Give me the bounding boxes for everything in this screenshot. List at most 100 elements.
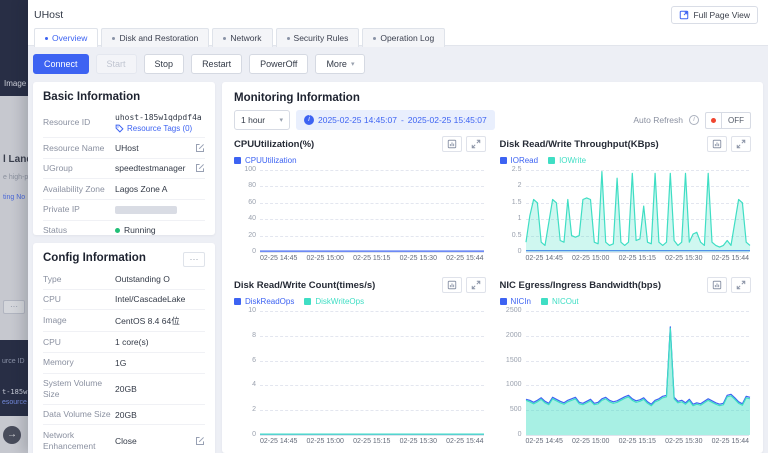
x-tick-label: 02-25 15:15	[618, 438, 656, 445]
legend-item: NICIn	[499, 297, 531, 306]
resource-tags-label: Resource Tags (0)	[127, 123, 193, 133]
chart-data-button[interactable]	[707, 277, 727, 293]
time-range-display[interactable]: i 2025-02-25 14:45:07 - 2025-02-25 15:45…	[296, 110, 495, 130]
info-row: CPU Intel/CascadeLake	[43, 290, 205, 311]
tab-disk-and-restoration[interactable]: Disk and Restoration	[101, 28, 210, 47]
legend-item: CPUUtilization	[234, 156, 297, 165]
chart-data-button[interactable]	[707, 136, 727, 152]
chart-data-button[interactable]	[441, 277, 462, 293]
legend-item: NICOut	[540, 297, 579, 306]
auto-refresh-label: Auto Refresh	[633, 115, 683, 125]
status-dot-icon	[115, 227, 120, 233]
expand-icon	[471, 280, 481, 290]
chart-legend: NICIn NICOut	[499, 295, 752, 308]
row-label: Availability Zone	[43, 183, 105, 194]
info-row: UGroup speedtestmanager	[43, 159, 205, 180]
tab-network[interactable]: Network	[212, 28, 273, 47]
tab-label: Overview	[52, 33, 88, 43]
auto-refresh-toggle[interactable]: OFF	[705, 111, 751, 129]
tab-label: Network	[230, 33, 262, 43]
resource-tags-link[interactable]: Resource Tags (0)	[115, 124, 192, 133]
config-more-options-button[interactable]: ···	[183, 252, 205, 267]
x-tick-labels: 02-25 14:45 02-25 15:00 02-25 15:15 02-25 1…	[526, 438, 750, 448]
y-tick-label: 40	[248, 215, 256, 223]
legend-label: CPUUtilization	[245, 156, 297, 165]
x-tick-label: 02-25 15:15	[353, 438, 391, 445]
restart-button[interactable]: Restart	[191, 54, 243, 74]
y-tick-label: 2	[252, 406, 256, 414]
background-page-strip: Image l Landi e high-p ting No ··· urce …	[0, 0, 28, 453]
edit-icon[interactable]	[195, 163, 205, 173]
row-label: CPU	[43, 294, 61, 305]
row-label: Private IP	[43, 204, 80, 215]
monitoring-card: Monitoring Information 1 hour ▾ i 2025-0…	[222, 82, 763, 453]
tab-overview[interactable]: Overview	[34, 28, 99, 47]
edit-icon[interactable]	[195, 143, 205, 153]
chart-icon-buttons	[707, 277, 751, 293]
y-tick-label: 500	[509, 406, 522, 414]
chart-title: CPUUtilization(%)	[234, 138, 315, 150]
y-tick-label: 0	[252, 248, 256, 255]
legend-label: NICIn	[510, 297, 531, 306]
fullscreen-button[interactable]	[465, 277, 486, 293]
more-button[interactable]: More ▾	[315, 54, 366, 74]
x-tick-label: 02-25 15:15	[618, 255, 656, 262]
tab-dot-icon	[112, 36, 116, 40]
redacted-value	[115, 205, 177, 214]
row-label: UGroup	[43, 163, 73, 174]
row-label: Resource ID	[43, 117, 91, 128]
x-tick-labels: 02-25 14:45 02-25 15:00 02-25 15:15 02-25 1…	[260, 255, 484, 265]
x-tick-label: 02-25 15:00	[572, 255, 610, 262]
tab-dot-icon	[223, 36, 227, 40]
row-value: Close	[115, 436, 195, 446]
tab-label: Disk and Restoration	[119, 33, 199, 43]
y-tick-label: 20	[248, 231, 256, 239]
info-row: Type Outstanding O	[43, 269, 205, 290]
auto-refresh-state: OFF	[722, 111, 751, 129]
tab-operation-log[interactable]: Operation Log	[362, 28, 446, 47]
legend-label: IORead	[510, 156, 539, 165]
legend-swatch-icon	[234, 157, 241, 164]
row-value: Outstanding O	[115, 274, 205, 284]
chart-title: NIC Egress/Ingress Bandwidth(bps)	[499, 279, 662, 291]
value-text: Close	[115, 435, 137, 446]
fullscreen-button[interactable]	[731, 277, 751, 293]
info-row: Status Running	[43, 221, 205, 235]
table-icon	[712, 280, 722, 290]
refresh-indicator-icon	[705, 111, 722, 129]
table-icon	[447, 280, 457, 290]
row-value: uhost-185w1qdpdf4a Resource Tags (0)	[115, 113, 205, 133]
chart-icon-buttons	[441, 136, 486, 152]
poweroff-button[interactable]: PowerOff	[249, 54, 309, 74]
legend-swatch-icon	[499, 298, 507, 305]
chart-icon-buttons	[441, 277, 486, 293]
tab-dot-icon	[286, 36, 290, 40]
x-tick-label: 02-25 15:44	[711, 438, 749, 445]
fullscreen-button[interactable]	[731, 136, 751, 152]
chart-legend: DiskReadOps DiskWriteOps	[234, 295, 486, 308]
legend-swatch-icon	[540, 298, 548, 305]
stop-button[interactable]: Stop	[143, 54, 185, 74]
info-icon: i	[304, 115, 314, 125]
chart-series-canvas	[260, 250, 484, 252]
table-icon	[447, 139, 457, 149]
y-tick-label: 60	[248, 198, 256, 206]
help-icon[interactable]: i	[689, 115, 699, 125]
gridline	[525, 252, 749, 253]
y-tick-label: 4	[252, 381, 256, 389]
time-range-select-value: 1 hour	[241, 115, 266, 125]
chart-data-button[interactable]	[441, 136, 462, 152]
edit-icon[interactable]	[195, 436, 205, 446]
fullscreen-button[interactable]	[465, 136, 486, 152]
gridline	[525, 435, 749, 436]
chart-series-canvas	[524, 171, 750, 252]
screen: Image l Landi e high-p ting No ··· urce …	[0, 0, 768, 453]
time-range-select[interactable]: 1 hour ▾	[234, 110, 290, 130]
config-info-card: Config Information ··· Type Outstanding O…	[33, 243, 215, 453]
info-row: System Volume Size 20GB	[43, 374, 205, 405]
x-tick-label: 02-25 14:45	[260, 438, 298, 445]
full-page-view-button[interactable]: Full Page View	[671, 6, 758, 24]
tab-security-rules[interactable]: Security Rules	[275, 28, 360, 47]
config-info-title: Config Information	[43, 252, 146, 264]
connect-button[interactable]: Connect	[33, 54, 89, 74]
